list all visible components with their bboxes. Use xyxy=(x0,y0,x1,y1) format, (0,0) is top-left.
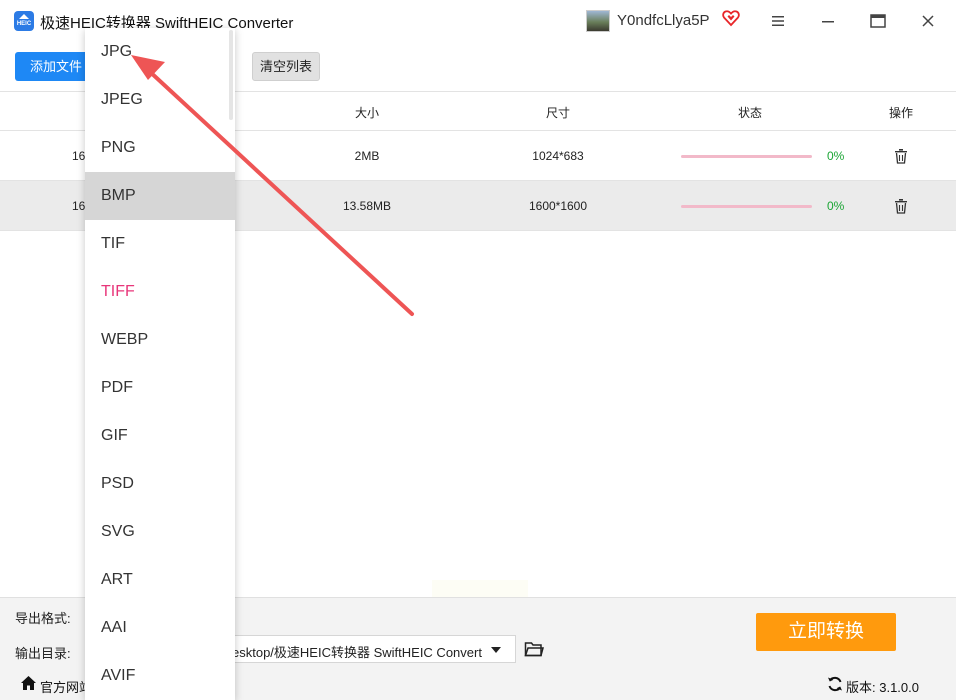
format-option-pdf[interactable]: PDF xyxy=(85,364,235,412)
avatar[interactable] xyxy=(586,10,610,32)
format-option-aai[interactable]: AAI xyxy=(85,604,235,652)
refresh-icon[interactable] xyxy=(827,676,843,692)
format-option-tiff[interactable]: TIFF xyxy=(85,268,235,316)
add-file-button[interactable]: 添加文件 xyxy=(15,52,95,81)
close-button[interactable] xyxy=(915,8,941,34)
column-header-dimensions: 尺寸 xyxy=(545,106,571,120)
maximize-icon xyxy=(870,14,886,28)
convert-now-button[interactable]: 立即转换 xyxy=(756,613,896,651)
file-dimensions: 1024*683 xyxy=(532,149,584,163)
dropdown-scrollbar[interactable] xyxy=(229,30,233,120)
progress-bar xyxy=(681,205,812,208)
format-option-bmp[interactable]: BMP xyxy=(85,172,235,220)
progress-percent: 0% xyxy=(827,149,845,163)
trash-icon[interactable] xyxy=(893,198,909,214)
format-option-avif[interactable]: AVIF xyxy=(85,652,235,700)
file-size: 13.58MB xyxy=(342,199,392,213)
minimize-icon xyxy=(822,21,834,23)
format-dropdown[interactable]: JPG JPEG PNG BMP TIF TIFF WEBP PDF GIF P… xyxy=(85,28,235,700)
vip-heart-icon[interactable] xyxy=(722,9,740,27)
trash-icon[interactable] xyxy=(893,148,909,164)
file-name: 16 xyxy=(72,149,86,163)
format-option-webp[interactable]: WEBP xyxy=(85,316,235,364)
format-option-gif[interactable]: GIF xyxy=(85,412,235,460)
format-option-svg[interactable]: SVG xyxy=(85,508,235,556)
column-header-size: 大小 xyxy=(354,106,380,120)
format-option-jpeg[interactable]: JPEG xyxy=(85,76,235,124)
close-icon xyxy=(922,15,934,27)
progress-bar xyxy=(681,155,812,158)
output-dir-value: esktop/极速HEIC转换器 SwiftHEIC Converter xyxy=(232,645,482,660)
progress-percent: 0% xyxy=(827,199,845,213)
file-dimensions: 1600*1600 xyxy=(528,199,588,213)
output-dir-select[interactable]: esktop/极速HEIC转换器 SwiftHEIC Converter xyxy=(225,635,516,663)
file-name: 16 xyxy=(72,199,86,213)
format-option-tif[interactable]: TIF xyxy=(85,220,235,268)
format-option-jpg[interactable]: JPG xyxy=(85,28,235,76)
version-label: 版本: 3.1.0.0 xyxy=(846,680,919,695)
format-option-psd[interactable]: PSD xyxy=(85,460,235,508)
file-size: 2MB xyxy=(354,149,380,163)
user-name[interactable]: Y0ndfcLlya5P xyxy=(617,12,710,29)
clear-list-button[interactable]: 清空列表 xyxy=(252,52,320,81)
column-header-actions: 操作 xyxy=(888,106,914,120)
export-format-label: 导出格式: xyxy=(15,611,71,626)
column-header-status: 状态 xyxy=(737,106,763,120)
format-option-png[interactable]: PNG xyxy=(85,124,235,172)
minimize-button[interactable] xyxy=(815,8,841,34)
maximize-button[interactable] xyxy=(865,8,891,34)
home-icon[interactable] xyxy=(20,675,37,691)
hamburger-icon xyxy=(772,16,784,26)
chevron-down-icon xyxy=(491,647,501,653)
format-option-art[interactable]: ART xyxy=(85,556,235,604)
app-logo-icon: HEIC xyxy=(14,11,34,31)
menu-button[interactable] xyxy=(765,8,791,34)
folder-icon[interactable] xyxy=(524,640,544,658)
output-dir-label: 输出目录: xyxy=(15,646,71,661)
